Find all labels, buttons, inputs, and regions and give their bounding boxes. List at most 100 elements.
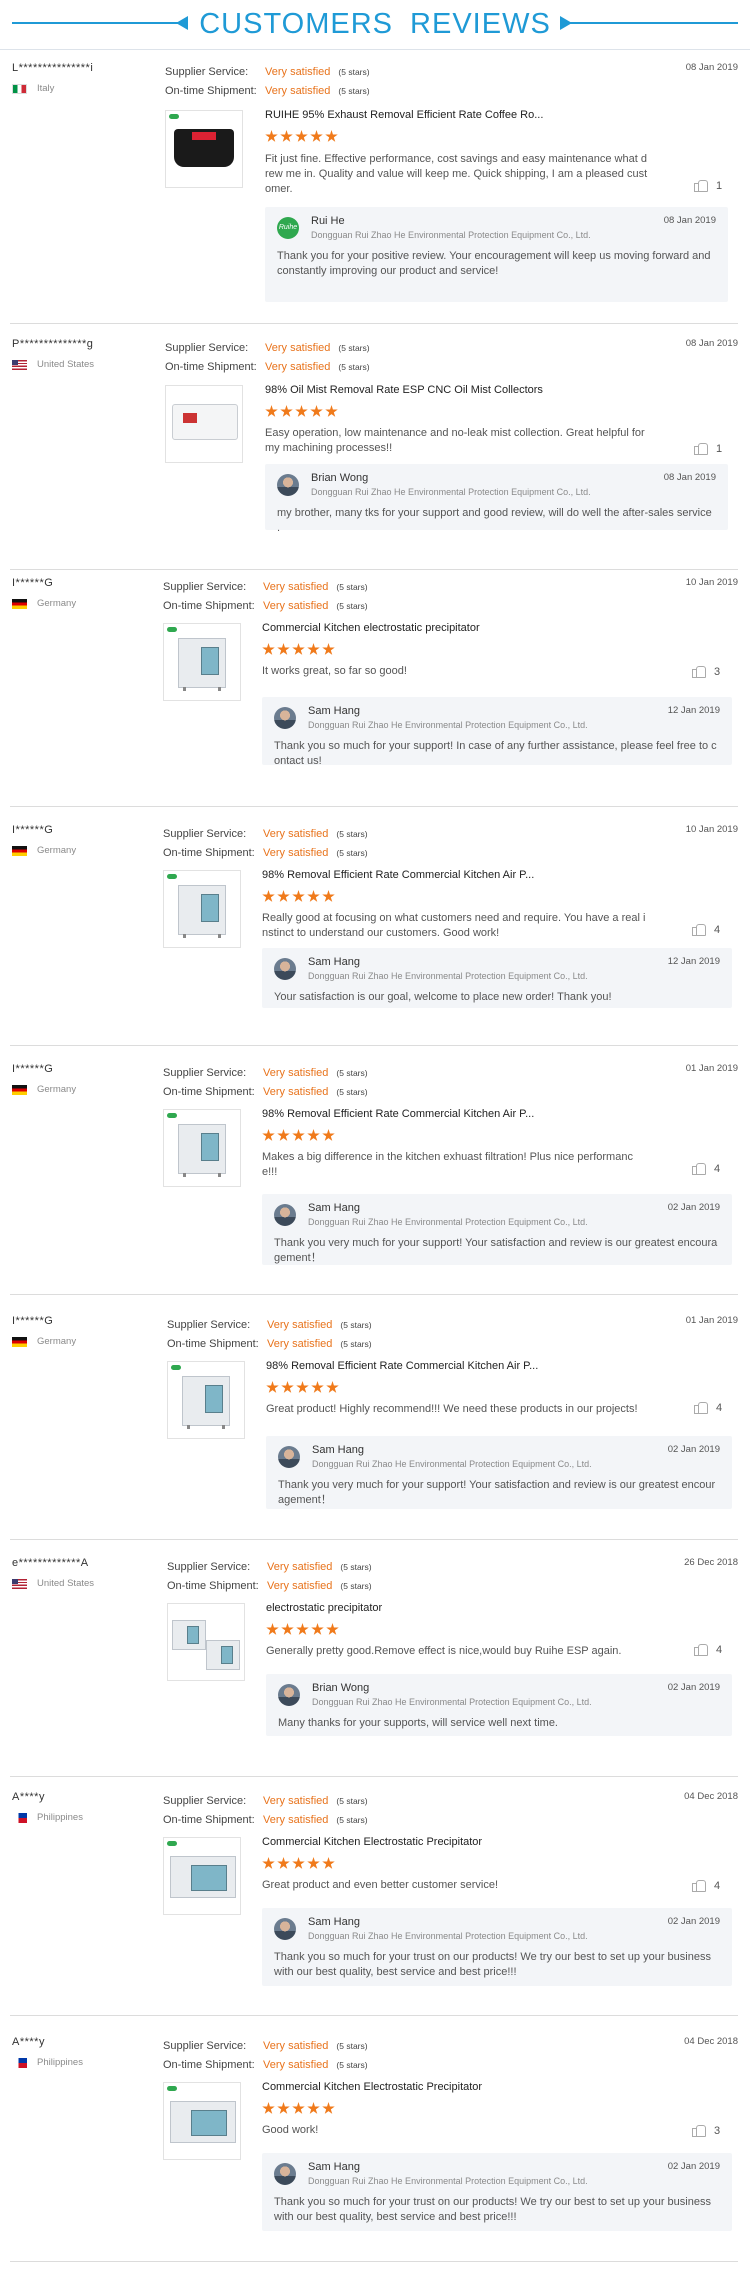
- ontime-shipment-rating: On-time Shipment: Very satisfied (5 stars): [163, 1082, 368, 1101]
- ontime-shipment-label: On-time Shipment:: [165, 84, 257, 97]
- esp-module-image: [206, 1640, 240, 1670]
- supplier-service-rating: Supplier Service: Very satisfied (5 stars): [163, 1063, 368, 1082]
- supplier-service-label: Supplier Service:: [163, 1794, 247, 1807]
- product-thumbnail[interactable]: [163, 623, 241, 701]
- like-button[interactable]: 4: [694, 1401, 722, 1414]
- product-title-link[interactable]: 98% Removal Efficient Rate Commercial Ki…: [262, 869, 534, 881]
- star-icon: [277, 2102, 290, 2114]
- thumbs-up-icon: [692, 1879, 706, 1892]
- thumbs-up-icon: [694, 1401, 708, 1414]
- ontime-shipment-stars-text: (5 stars): [336, 2059, 368, 2070]
- reply-company: Dongguan Rui Zhao He Environmental Prote…: [308, 971, 588, 981]
- like-button[interactable]: 4: [692, 1879, 720, 1892]
- reviewer-country: Germany: [12, 1336, 152, 1347]
- service-ratings: Supplier Service: Very satisfied (5 stars)…: [163, 577, 368, 615]
- reviewer-name: I******G: [12, 1315, 54, 1327]
- like-button[interactable]: 3: [692, 2124, 720, 2137]
- cabinet-legs-icon: [183, 687, 221, 691]
- avatar: [274, 958, 296, 980]
- reply-date: 08 Jan 2019: [663, 472, 716, 483]
- review-comment: Good work!: [262, 2124, 319, 2136]
- country-name: Philippines: [37, 1812, 83, 1823]
- product-thumbnail[interactable]: [163, 2082, 241, 2160]
- flag-de-icon: [12, 845, 27, 856]
- reviewer-name: A****y: [12, 1791, 45, 1803]
- flag-ph-icon: [12, 2057, 27, 2068]
- product-thumbnail[interactable]: [165, 385, 243, 463]
- product-thumbnail[interactable]: [163, 870, 241, 948]
- reply-date: 02 Jan 2019: [667, 1444, 720, 1455]
- product-title-link[interactable]: electrostatic precipitator: [266, 1602, 382, 1614]
- reviewer-country: Philippines: [12, 2057, 152, 2068]
- product-title-link[interactable]: Commercial Kitchen electrostatic precipi…: [262, 622, 480, 634]
- supplier-service-value: Very satisfied: [263, 1066, 329, 1079]
- cabinet-legs-icon: [183, 1173, 221, 1177]
- ontime-shipment-stars-text: (5 stars): [338, 85, 370, 96]
- reply-date: 02 Jan 2019: [667, 2161, 720, 2172]
- service-ratings: Supplier Service: Very satisfied (5 stars)…: [163, 1063, 368, 1101]
- supplier-service-rating: Supplier Service: Very satisfied (5 stars): [163, 824, 368, 843]
- supplier-reply: Sam Hang Dongguan Rui Zhao He Environment…: [262, 697, 732, 767]
- ontime-shipment-label: On-time Shipment:: [163, 846, 255, 859]
- reviewer-info: I******G Germany: [12, 1315, 152, 1347]
- logo-text: Ruihe: [278, 224, 298, 231]
- product-title-link[interactable]: 98% Removal Efficient Rate Commercial Ki…: [266, 1360, 538, 1372]
- ontime-shipment-value: Very satisfied: [265, 360, 331, 373]
- reply-date: 02 Jan 2019: [667, 1916, 720, 1927]
- review-date: 01 Jan 2019: [685, 1063, 738, 1074]
- flag-it-icon: [12, 83, 27, 94]
- product-title-link[interactable]: Commercial Kitchen Electrostatic Precipi…: [262, 2081, 482, 2093]
- reply-date: 12 Jan 2019: [667, 956, 720, 967]
- star-icon: [322, 1857, 335, 1869]
- review-divider: [10, 1045, 738, 1046]
- product-title-link[interactable]: Commercial Kitchen Electrostatic Precipi…: [262, 1836, 482, 1848]
- supplier-service-stars-text: (5 stars): [336, 1067, 368, 1078]
- star-icon: [325, 405, 338, 417]
- product-thumbnail[interactable]: [163, 1837, 241, 1915]
- like-button[interactable]: 1: [694, 179, 722, 192]
- esp-module-image: [172, 1620, 206, 1650]
- reply-text: Thank you for your positive review. Your…: [277, 250, 711, 277]
- star-icon: [265, 405, 278, 417]
- avatar: [277, 474, 299, 496]
- ontime-shipment-value: Very satisfied: [263, 1813, 329, 1826]
- like-button[interactable]: 1: [694, 442, 722, 455]
- reviewer-name: A****y: [12, 2036, 45, 2048]
- supplier-reply: Sam Hang Dongguan Rui Zhao He Environment…: [262, 1908, 732, 1986]
- star-icon: [326, 1623, 339, 1635]
- like-button[interactable]: 4: [692, 1162, 720, 1175]
- like-button[interactable]: 3: [692, 665, 720, 678]
- reply-author: Sam Hang: [308, 1202, 360, 1214]
- star-icon: [281, 1623, 294, 1635]
- supplier-service-label: Supplier Service:: [165, 65, 249, 78]
- product-title-link[interactable]: RUIHE 95% Exhaust Removal Efficient Rate…: [265, 109, 543, 121]
- like-count: 3: [714, 665, 721, 678]
- product-thumbnail[interactable]: [167, 1361, 245, 1439]
- reviewer-info: e*************A United States: [12, 1557, 152, 1589]
- star-icon: [277, 1129, 290, 1141]
- product-thumbnail[interactable]: [165, 110, 243, 188]
- star-icon: [266, 1623, 279, 1635]
- service-ratings: Supplier Service: Very satisfied (5 stars)…: [163, 824, 368, 862]
- star-icon: [307, 643, 320, 655]
- supplier-service-stars-text: (5 stars): [336, 2040, 368, 2051]
- ontime-shipment-stars-text: (5 stars): [336, 847, 368, 858]
- like-button[interactable]: 4: [694, 1643, 722, 1656]
- like-button[interactable]: 4: [692, 923, 720, 936]
- esp-cabinet-image: [170, 2101, 236, 2143]
- supplier-service-stars-text: (5 stars): [336, 1795, 368, 1806]
- ruihe-logo-avatar: Ruihe: [277, 217, 299, 239]
- star-icon: [295, 405, 308, 417]
- review-comment: It works great, so far so good!: [262, 665, 407, 677]
- product-title-link[interactable]: 98% Removal Efficient Rate Commercial Ki…: [262, 1108, 534, 1120]
- avatar: [274, 1918, 296, 1940]
- reply-author: Sam Hang: [308, 705, 360, 717]
- supplier-service-label: Supplier Service:: [163, 2039, 247, 2052]
- esp-cabinet-image: [178, 1124, 226, 1177]
- panel-icon: [183, 413, 197, 423]
- product-title-link[interactable]: 98% Oil Mist Removal Rate ESP CNC Oil Mi…: [265, 384, 543, 396]
- product-thumbnail[interactable]: [167, 1603, 245, 1681]
- star-icon: [292, 890, 305, 902]
- product-thumbnail[interactable]: [163, 1109, 241, 1187]
- product-star-rating: [266, 1623, 339, 1636]
